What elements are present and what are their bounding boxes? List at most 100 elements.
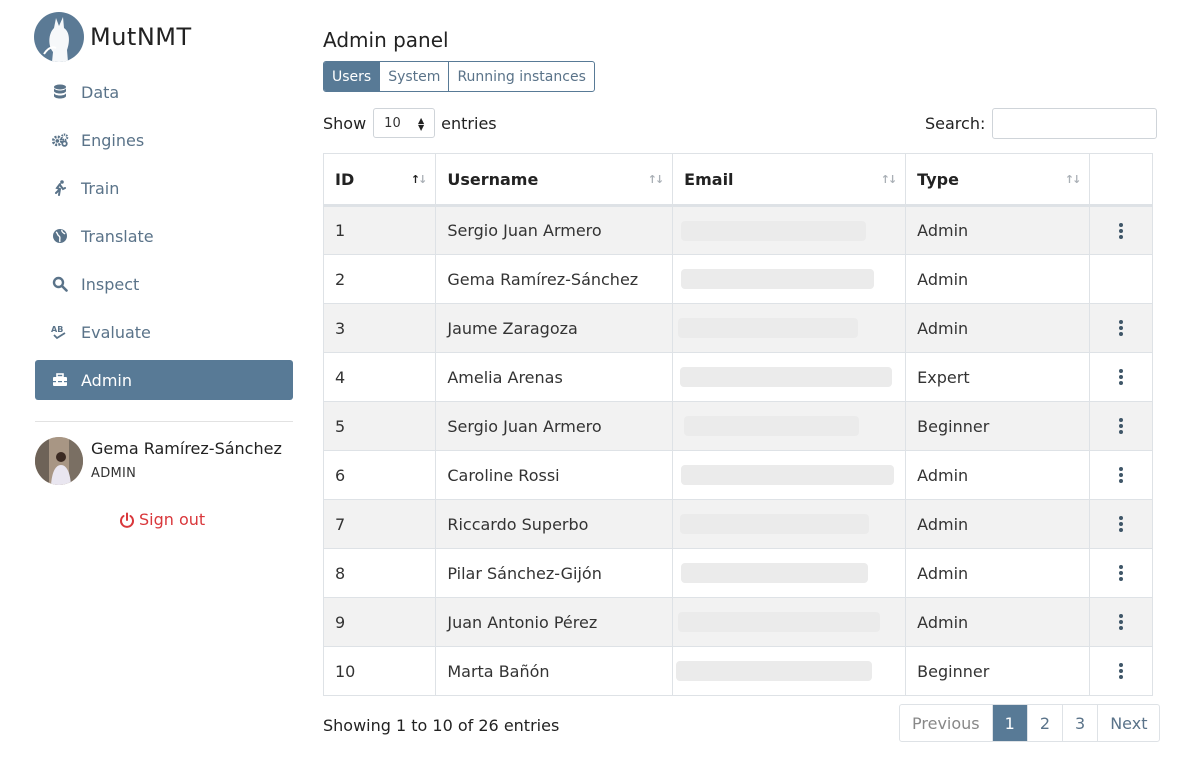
cell-actions [1089, 646, 1153, 696]
cell-type: Admin [905, 205, 1091, 255]
kebab-dot [1119, 228, 1124, 233]
row-actions-menu-icon[interactable] [1101, 320, 1141, 336]
sidebar-item-engines[interactable]: Engines [35, 120, 293, 160]
kebab-dot [1119, 234, 1124, 239]
redacted-email [681, 269, 875, 289]
redacted-email [681, 465, 895, 485]
column-header-type[interactable]: Type ↑↓ [905, 153, 1091, 207]
row-actions-menu-icon[interactable] [1101, 418, 1141, 434]
table-row: 3 Jaume Zaragoza Admin [322, 303, 1153, 353]
kebab-dot [1119, 222, 1124, 227]
sort-icon: ↑↓ [880, 173, 898, 186]
cell-email [672, 205, 907, 255]
redacted-email [684, 416, 860, 436]
sidebar-item-translate[interactable]: Translate [35, 216, 293, 256]
pagination-page-3[interactable]: 3 [1062, 705, 1097, 741]
avatar [35, 437, 83, 485]
cell-actions [1089, 205, 1153, 255]
cell-username: Pilar Sánchez-Gijón [435, 548, 674, 598]
row-actions-menu-icon[interactable] [1101, 614, 1141, 630]
table-row: 1 Sergio Juan Armero Admin [322, 205, 1153, 255]
sidebar-item-label: Inspect [81, 274, 140, 294]
cell-email [672, 646, 907, 696]
entries-select[interactable]: 10 ▲ ▼ [373, 108, 436, 138]
sign-out-link[interactable]: Sign out [119, 510, 205, 529]
tab-system[interactable]: System [379, 62, 448, 91]
table-row: 4 Amelia Arenas Expert [322, 352, 1153, 402]
column-header-id[interactable]: ID ↑↓ [322, 153, 437, 207]
cell-email [672, 548, 907, 598]
pagination-page-1[interactable]: 1 [991, 705, 1027, 741]
cell-email [672, 303, 907, 353]
gears-icon [51, 131, 69, 149]
table-row: 9 Juan Antonio Pérez Admin [322, 597, 1153, 647]
app-logo[interactable]: MutNMT [34, 12, 192, 62]
sidebar-item-train[interactable]: Train [35, 168, 293, 208]
table-header-row: ID ↑↓ Username ↑↓ Email ↑↓ Type ↑↓ [322, 153, 1153, 207]
cell-id: 4 [322, 352, 437, 402]
sort-asc-icon: ↑↓ [410, 173, 428, 186]
kebab-dot [1119, 577, 1124, 581]
row-actions-menu-icon[interactable] [1101, 369, 1141, 385]
cell-id: 10 [322, 646, 437, 696]
sidebar-item-data[interactable]: Data [35, 72, 293, 112]
sort-icon: ↑↓ [1064, 173, 1082, 186]
cell-id: 6 [322, 450, 437, 500]
cell-id: 9 [322, 597, 437, 647]
cell-type: Admin [905, 499, 1091, 549]
kebab-dot [1119, 479, 1124, 483]
cell-email [672, 597, 907, 647]
sidebar-item-evaluate[interactable]: AB Evaluate [35, 312, 293, 352]
table-search: Search: [925, 108, 1158, 139]
pagination-previous[interactable]: Previous [900, 705, 992, 741]
sidebar-item-admin[interactable]: Admin [35, 360, 293, 400]
cell-username: Amelia Arenas [435, 352, 674, 402]
row-actions-menu-icon[interactable] [1101, 222, 1141, 239]
cell-type: Admin [905, 303, 1091, 353]
row-actions-menu-icon[interactable] [1101, 467, 1141, 483]
kebab-dot [1119, 675, 1124, 679]
svg-text:AB: AB [51, 325, 63, 334]
cell-actions [1089, 548, 1153, 598]
redacted-email [678, 612, 881, 632]
user-role: ADMIN [91, 466, 137, 481]
cell-actions [1089, 303, 1153, 353]
search-input[interactable] [992, 108, 1158, 139]
select-arrows-icon: ▲ ▼ [418, 116, 425, 132]
power-icon [119, 512, 135, 528]
page-title: Admin panel [323, 28, 449, 52]
cell-username: Juan Antonio Pérez [435, 597, 674, 647]
pagination-page-2[interactable]: 2 [1026, 705, 1062, 741]
tab-running-instances[interactable]: Running instances [448, 62, 593, 91]
users-table: ID ↑↓ Username ↑↓ Email ↑↓ Type ↑↓ 1 Serg… [322, 153, 1153, 696]
row-actions-menu-icon[interactable] [1101, 663, 1141, 679]
database-icon [51, 83, 69, 101]
cell-username: Caroline Rossi [435, 450, 674, 500]
cell-id: 1 [322, 205, 437, 255]
cell-email [672, 254, 907, 304]
kebab-dot [1119, 473, 1124, 477]
user-profile[interactable]: Gema Ramírez-Sánchez ADMIN [35, 437, 282, 485]
column-header-email[interactable]: Email ↑↓ [672, 153, 907, 207]
search-label: Search: [925, 114, 986, 133]
logo-mark-icon [34, 12, 84, 62]
sidebar-item-label: Train [81, 178, 120, 198]
cell-username: Marta Bañón [435, 646, 674, 696]
row-actions-menu-icon[interactable] [1101, 565, 1141, 581]
kebab-dot [1119, 663, 1124, 667]
sort-icon: ↑↓ [647, 173, 665, 186]
row-actions-menu-icon[interactable] [1101, 516, 1141, 532]
cell-username: Sergio Juan Armero [435, 401, 674, 451]
cell-email [672, 352, 907, 402]
sidebar-item-inspect[interactable]: Inspect [35, 264, 293, 304]
cell-actions [1089, 499, 1153, 549]
cell-username: Gema Ramírez-Sánchez [435, 254, 674, 304]
cell-actions [1089, 254, 1153, 304]
cell-username: Sergio Juan Armero [435, 205, 674, 255]
table-row: 6 Caroline Rossi Admin [322, 450, 1153, 500]
cell-id: 2 [322, 254, 437, 304]
column-header-username[interactable]: Username ↑↓ [435, 153, 674, 207]
tab-users[interactable]: Users [324, 62, 380, 91]
kebab-dot [1119, 528, 1124, 532]
pagination-next[interactable]: Next [1097, 705, 1159, 741]
